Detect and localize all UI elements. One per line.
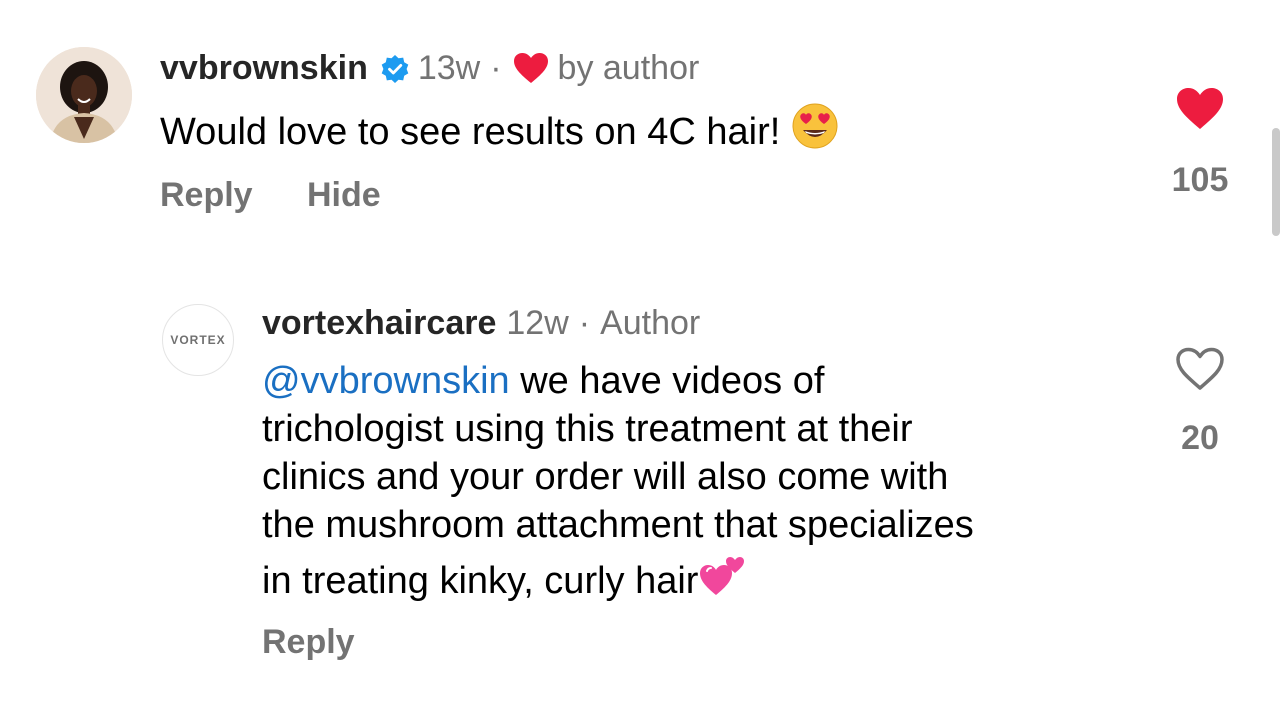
comment-body: Would love to see results on 4C hair! (160, 111, 781, 153)
comment-line-5: in treating kinky, curly hair (262, 549, 974, 611)
comment-meta: vortexhaircare 12w · Author (262, 303, 700, 343)
avatar[interactable] (36, 47, 132, 143)
two-hearts-emoji (698, 549, 750, 611)
comment-line-3: clinics and your order will also come wi… (262, 456, 949, 498)
comment-text: Would love to see results on 4C hair! (160, 102, 839, 162)
like-area: 20 (1160, 346, 1240, 458)
comment-time: 12w (506, 304, 569, 342)
username[interactable]: vvbrownskin (160, 48, 368, 88)
separator-dot: · (490, 49, 502, 87)
verified-badge-icon (380, 53, 410, 83)
mention-link[interactable]: @vvbrownskin (262, 360, 510, 402)
comment-text: @vvbrownskin we have videos of tricholog… (262, 357, 974, 611)
author-liked-heart-icon (512, 51, 550, 85)
comment-line-2: trichologist using this treatment at the… (262, 408, 913, 450)
like-count: 105 (1171, 161, 1229, 199)
avatar[interactable]: VORTEX (162, 304, 234, 376)
heart-eyes-emoji (791, 102, 839, 162)
scrollbar[interactable] (1272, 128, 1280, 236)
comment-meta: vvbrownskin 13w · by author (160, 48, 699, 88)
author-badge: Author (600, 304, 701, 342)
like-count: 20 (1181, 419, 1219, 457)
comment-line-5-text: in treating kinky, curly hair (262, 560, 699, 602)
username[interactable]: vortexhaircare (262, 303, 496, 343)
heart-outline-icon[interactable] (1160, 346, 1240, 392)
comment-line-1-rest: we have videos of (509, 360, 825, 402)
like-area: 105 (1160, 86, 1240, 200)
separator-dot: · (578, 304, 591, 342)
comment-line-4: the mushroom attachment that specializes (262, 504, 974, 546)
reply-button[interactable]: Reply (160, 175, 253, 215)
hide-button[interactable]: Hide (307, 175, 381, 215)
reply-button[interactable]: Reply (262, 622, 355, 662)
liked-by-author-label: by author (557, 49, 700, 87)
avatar-photo (36, 47, 132, 143)
avatar-brand-text: VORTEX (170, 333, 226, 347)
comment-line-1: @vvbrownskin we have videos of (262, 357, 974, 405)
comment-time: 13w (417, 49, 481, 87)
heart-filled-icon[interactable] (1160, 86, 1240, 132)
